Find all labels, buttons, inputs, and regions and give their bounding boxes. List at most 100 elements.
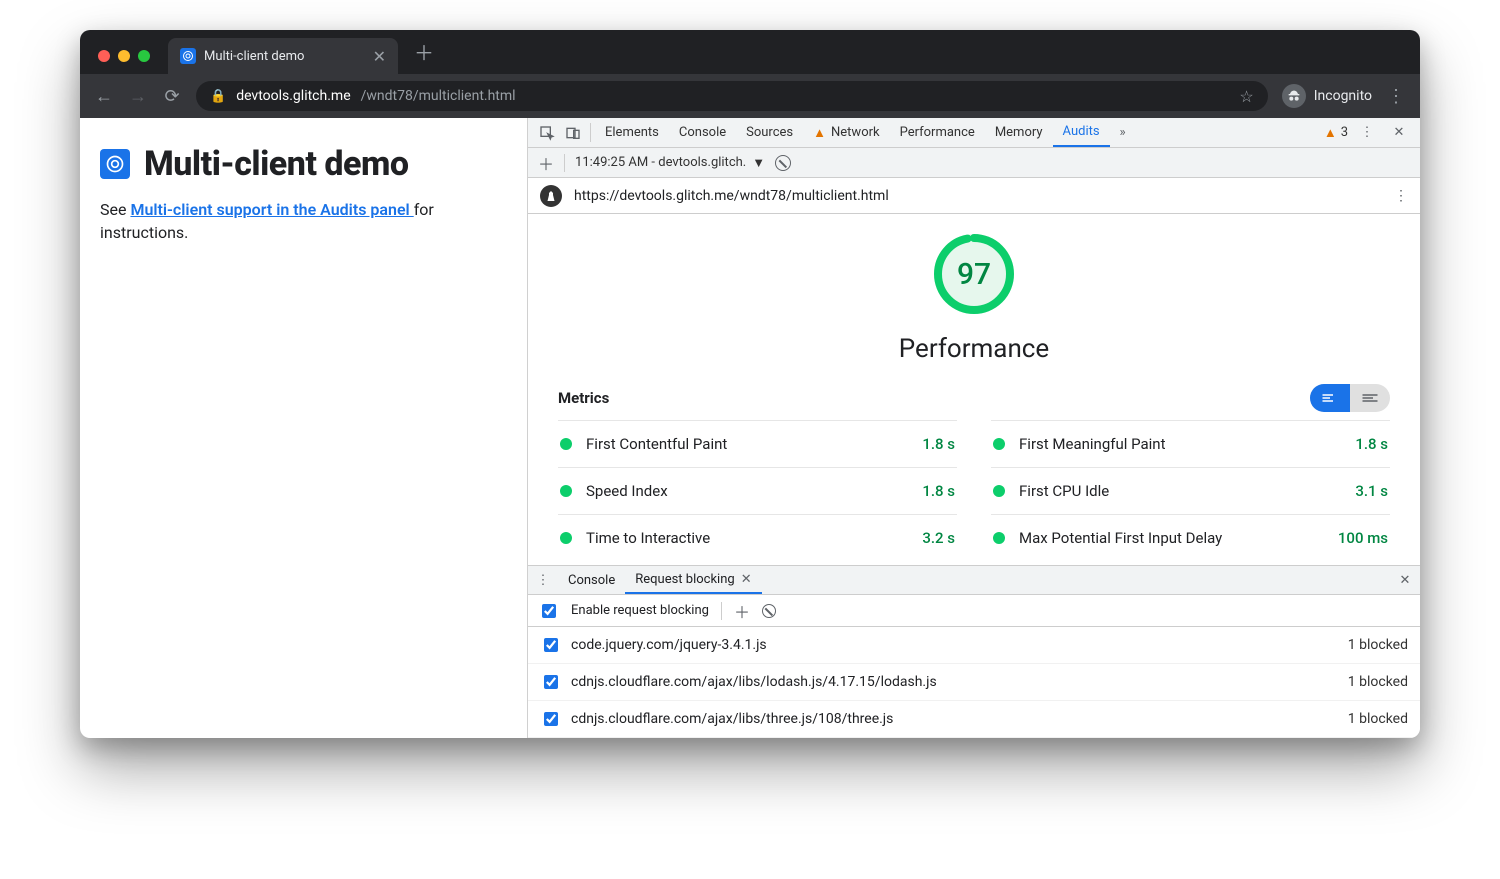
- block-row-checkbox[interactable]: [544, 675, 558, 689]
- browser-tab[interactable]: Multi-client demo ✕: [168, 38, 398, 74]
- metric-tti: Time to Interactive 3.2 s: [558, 514, 957, 561]
- metric-value: 1.8 s: [1355, 435, 1388, 453]
- metric-label: Time to Interactive: [586, 529, 710, 547]
- enable-blocking-checkbox[interactable]: [542, 604, 556, 618]
- enable-blocking-label: Enable request blocking: [571, 603, 709, 618]
- close-tab-icon[interactable]: ✕: [373, 47, 386, 66]
- chrome-toolbar: ← → ⟳ 🔒 devtools.glitch.me/wndt78/multic…: [80, 74, 1420, 118]
- page-heading: Multi-client demo: [100, 144, 507, 184]
- request-blocking-toolbar: Enable request blocking ＋: [528, 595, 1420, 627]
- metric-value: 1.8 s: [922, 435, 955, 453]
- metric-value: 3.2 s: [922, 529, 955, 547]
- inspect-element-icon[interactable]: [534, 118, 560, 147]
- drawer-tab-console[interactable]: Console: [558, 566, 625, 594]
- tab-network[interactable]: ▲ Network: [803, 118, 889, 147]
- audit-url: https://devtools.glitch.me/wndt78/multic…: [574, 188, 889, 204]
- lock-icon: 🔒: [210, 89, 226, 104]
- tab-sources[interactable]: Sources: [736, 118, 803, 147]
- new-audit-button[interactable]: ＋: [538, 151, 554, 175]
- metric-label: Speed Index: [586, 482, 668, 500]
- address-bar[interactable]: 🔒 devtools.glitch.me/wndt78/multiclient.…: [196, 81, 1268, 111]
- close-drawer-tab-icon[interactable]: ✕: [741, 572, 752, 587]
- incognito-indicator[interactable]: Incognito: [1282, 84, 1372, 108]
- lighthouse-icon: [540, 185, 562, 207]
- block-pattern: code.jquery.com/jquery-3.4.1.js: [571, 637, 767, 653]
- status-dot-icon: [560, 485, 572, 497]
- devtools-settings-icon[interactable]: ⋮: [1354, 125, 1380, 140]
- audit-row-menu-icon[interactable]: ⋮: [1394, 188, 1408, 204]
- incognito-label: Incognito: [1314, 88, 1372, 104]
- instructions-link[interactable]: Multi-client support in the Audits panel: [130, 200, 413, 219]
- status-dot-icon: [993, 438, 1005, 450]
- audit-snapshot-label: 11:49:25 AM - devtools.glitch.: [575, 155, 746, 170]
- minimize-window-icon[interactable]: [118, 50, 130, 62]
- new-tab-button[interactable]: ＋: [414, 37, 434, 66]
- metric-value: 1.8 s: [922, 482, 955, 500]
- reload-button[interactable]: ⟳: [162, 86, 182, 107]
- tab-title: Multi-client demo: [204, 49, 365, 64]
- page-heading-text: Multi-client demo: [144, 144, 409, 184]
- chrome-menu-button[interactable]: ⋮: [1386, 86, 1406, 107]
- drawer-tab-label: Request blocking: [635, 572, 734, 587]
- device-toolbar-icon[interactable]: [560, 118, 586, 147]
- metric-si: Speed Index 1.8 s: [558, 467, 957, 514]
- bookmark-star-icon[interactable]: ☆: [1239, 87, 1253, 106]
- separator: [564, 154, 565, 172]
- drawer-close-icon[interactable]: ✕: [1390, 566, 1420, 594]
- separator: [721, 602, 722, 620]
- clear-audits-icon[interactable]: [775, 155, 791, 171]
- tab-audits[interactable]: Audits: [1053, 118, 1110, 147]
- tab-console[interactable]: Console: [669, 118, 736, 147]
- score-value: 97: [932, 232, 1016, 316]
- metrics-grid: First Contentful Paint 1.8 s First Meani…: [558, 420, 1390, 561]
- metric-label: First CPU Idle: [1019, 482, 1109, 500]
- metric-label: First Contentful Paint: [586, 435, 727, 453]
- drawer-menu-icon[interactable]: ⋮: [528, 566, 558, 594]
- tab-network-label: Network: [831, 125, 880, 140]
- url-path: /wndt78/multiclient.html: [361, 88, 516, 104]
- block-row: cdnjs.cloudflare.com/ajax/libs/lodash.js…: [528, 664, 1420, 701]
- page-logo-icon: [100, 149, 130, 179]
- incognito-icon: [1282, 84, 1306, 108]
- metrics-heading: Metrics: [558, 389, 609, 407]
- tab-elements[interactable]: Elements: [595, 118, 669, 147]
- audits-toolbar: ＋ 11:49:25 AM - devtools.glitch. ▼: [528, 148, 1420, 178]
- devtools-tab-bar: Elements Console Sources ▲ Network Perfor…: [528, 118, 1420, 148]
- view-compact-icon[interactable]: [1310, 384, 1350, 412]
- close-window-icon[interactable]: [98, 50, 110, 62]
- metric-fci: First CPU Idle 3.1 s: [991, 467, 1390, 514]
- metric-mpfid: Max Potential First Input Delay 100 ms: [991, 514, 1390, 561]
- metric-fcp: First Contentful Paint 1.8 s: [558, 420, 957, 467]
- drawer-tab-bar: ⋮ Console Request blocking ✕ ✕: [528, 565, 1420, 595]
- zoom-window-icon[interactable]: [138, 50, 150, 62]
- status-dot-icon: [560, 438, 572, 450]
- score-gauge: 97 Performance: [558, 232, 1390, 364]
- more-tabs-icon[interactable]: »: [1110, 118, 1136, 147]
- audit-snapshot-dropdown[interactable]: 11:49:25 AM - devtools.glitch. ▼: [575, 155, 765, 171]
- back-button[interactable]: ←: [94, 86, 114, 107]
- warning-icon: ▲: [813, 125, 826, 141]
- forward-button[interactable]: →: [128, 86, 148, 107]
- tab-memory[interactable]: Memory: [985, 118, 1053, 147]
- block-row-checkbox[interactable]: [544, 638, 558, 652]
- block-row: cdnjs.cloudflare.com/ajax/libs/three.js/…: [528, 701, 1420, 738]
- add-pattern-button[interactable]: ＋: [734, 599, 750, 623]
- view-expanded-icon[interactable]: [1350, 384, 1390, 412]
- block-row-checkbox[interactable]: [544, 712, 558, 726]
- block-count: 1 blocked: [1348, 711, 1408, 727]
- warning-count-badge[interactable]: ▲ 3: [1324, 125, 1348, 141]
- lighthouse-report: 97 Performance Metrics: [528, 214, 1420, 565]
- metric-value: 100 ms: [1338, 529, 1388, 547]
- devtools-close-icon[interactable]: ✕: [1386, 125, 1412, 140]
- clear-patterns-icon[interactable]: [762, 604, 776, 618]
- drawer-tab-request-blocking[interactable]: Request blocking ✕: [625, 566, 761, 594]
- warning-icon: ▲: [1324, 125, 1337, 141]
- status-dot-icon: [993, 485, 1005, 497]
- devtools-panel: Elements Console Sources ▲ Network Perfor…: [528, 118, 1420, 738]
- browser-window: Multi-client demo ✕ ＋ ← → ⟳ 🔒 devtools.g…: [80, 30, 1420, 738]
- block-pattern: cdnjs.cloudflare.com/ajax/libs/lodash.js…: [571, 674, 937, 690]
- block-count: 1 blocked: [1348, 674, 1408, 690]
- metrics-view-toggle[interactable]: [1310, 384, 1390, 412]
- tab-performance[interactable]: Performance: [890, 118, 985, 147]
- metric-label: Max Potential First Input Delay: [1019, 529, 1222, 547]
